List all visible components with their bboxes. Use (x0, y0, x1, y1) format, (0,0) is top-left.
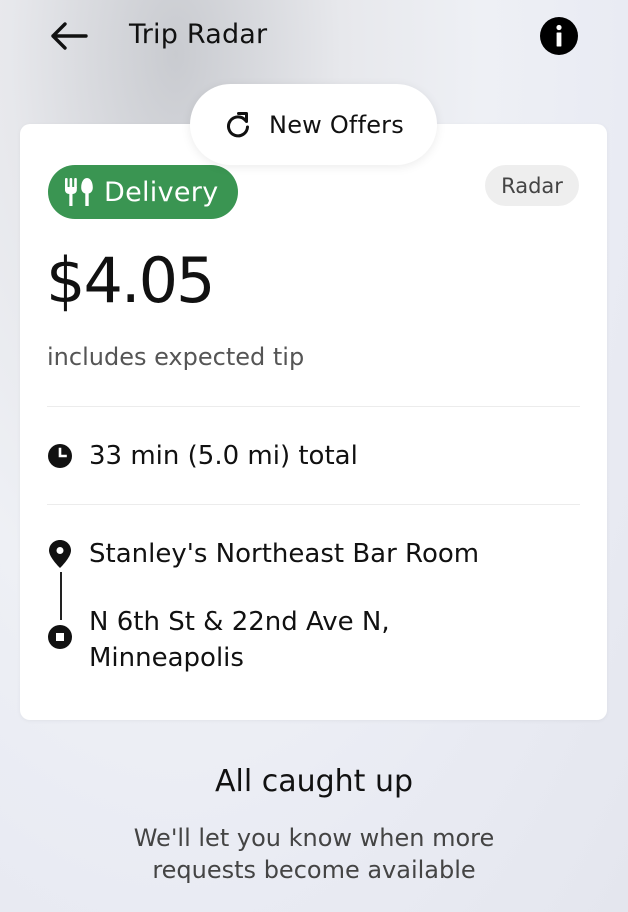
pickup-location: Stanley's Northeast Bar Room (89, 539, 480, 569)
back-button[interactable] (46, 18, 90, 54)
offer-card[interactable]: Delivery Radar $4.05 includes expected t… (20, 124, 607, 720)
route-connector (60, 572, 62, 620)
empty-state-subtitle: We'll let you know when more requests be… (0, 822, 628, 886)
delivery-badge: Delivery (48, 165, 238, 219)
trip-duration-row: 33 min (5.0 mi) total (47, 436, 358, 476)
arrow-left-icon (51, 22, 88, 50)
empty-state: All caught up We'll let you know when mo… (0, 760, 628, 886)
trip-duration: 33 min (5.0 mi) total (89, 441, 358, 471)
divider (47, 504, 580, 505)
page-title: Trip Radar (129, 19, 268, 50)
dropoff-location: N 6th St & 22nd Ave N, Minneapolis (89, 604, 559, 676)
offer-price: $4.05 (46, 244, 215, 317)
empty-state-subtitle-line-2: requests become available (152, 856, 476, 884)
fork-knife-icon (65, 178, 93, 206)
info-icon (540, 17, 578, 55)
new-offers-button[interactable]: New Offers (190, 84, 437, 165)
app-header: Trip Radar (0, 0, 628, 76)
dropoff-square-icon (48, 625, 72, 649)
empty-state-subtitle-line-1: We'll let you know when more (133, 824, 495, 852)
pickup-row: Stanley's Northeast Bar Room (47, 534, 479, 574)
empty-state-title: All caught up (214, 764, 414, 799)
radar-badge: Radar (485, 165, 579, 206)
info-button[interactable] (540, 17, 578, 55)
divider (47, 406, 580, 407)
new-offers-label: New Offers (269, 110, 404, 139)
price-note: includes expected tip (47, 343, 305, 371)
refresh-icon (227, 111, 250, 137)
location-pin-icon (49, 540, 71, 568)
delivery-label: Delivery (104, 176, 219, 208)
dropoff-line-1: N 6th St & 22nd Ave N, (89, 607, 390, 637)
dropoff-line-2: Minneapolis (89, 643, 244, 673)
clock-icon (48, 444, 72, 468)
